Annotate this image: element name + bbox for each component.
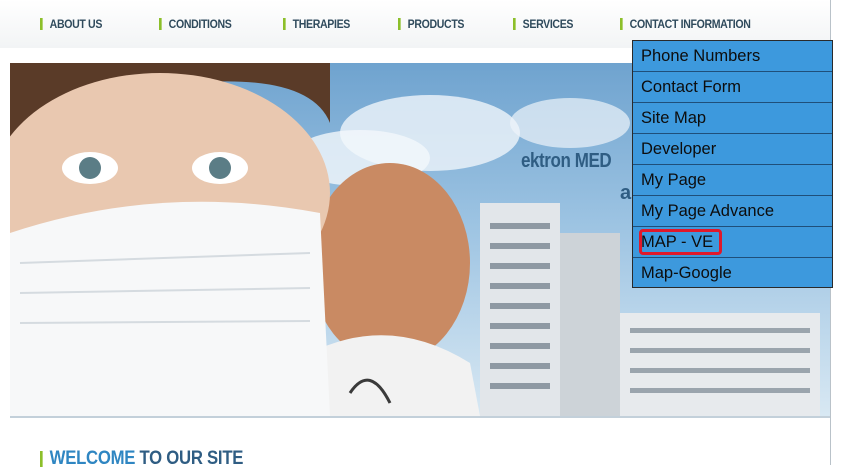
nav-bullet-icon	[398, 18, 401, 30]
nav-item-label: SERVICES	[522, 17, 574, 31]
nav-bullet-icon	[283, 18, 286, 30]
nav-item-label: CONTACT INFORMATION	[629, 17, 751, 31]
nav-item-products[interactable]: PRODUCTS	[398, 16, 464, 32]
menu-item-phone-numbers[interactable]: Phone Numbers	[633, 41, 832, 72]
nav-item-therapies[interactable]: THERAPIES	[283, 16, 350, 32]
nav-item-services[interactable]: SERVICES	[513, 16, 573, 32]
hero-subheading: a	[620, 182, 632, 204]
menu-item-map-google[interactable]: Map-Google	[633, 258, 832, 289]
nav-item-contact-information[interactable]: CONTACT INFORMATION	[620, 16, 751, 32]
hero-heading: ektron MED	[521, 150, 612, 172]
nav-item-label: THERAPIES	[292, 17, 351, 31]
welcome-accent: WELCOME	[49, 448, 136, 469]
menu-item-contact-form[interactable]: Contact Form	[633, 72, 832, 103]
nav-bullet-icon	[620, 18, 623, 30]
hero-bottom-divider	[10, 416, 830, 418]
nav-item-conditions[interactable]: CONDITIONS	[159, 16, 232, 32]
welcome-heading: WELCOME TO OUR SITE	[40, 448, 244, 469]
menu-item-site-map[interactable]: Site Map	[633, 103, 832, 134]
nav-item-label: CONDITIONS	[168, 17, 232, 31]
nav-bullet-icon	[40, 18, 43, 30]
menu-item-my-page-advance[interactable]: My Page Advance	[633, 196, 832, 227]
nav-item-label: PRODUCTS	[407, 17, 465, 31]
welcome-rest: TO OUR SITE	[135, 448, 244, 469]
nav-bullet-icon	[513, 18, 516, 30]
highlight-box	[639, 229, 722, 255]
menu-item-developer[interactable]: Developer	[633, 134, 832, 165]
nav-item-label: ABOUT US	[49, 17, 103, 31]
nav-item-about-us[interactable]: ABOUT US	[40, 16, 102, 32]
menu-item-my-page[interactable]: My Page	[633, 165, 832, 196]
nav-bullet-icon	[159, 18, 162, 30]
